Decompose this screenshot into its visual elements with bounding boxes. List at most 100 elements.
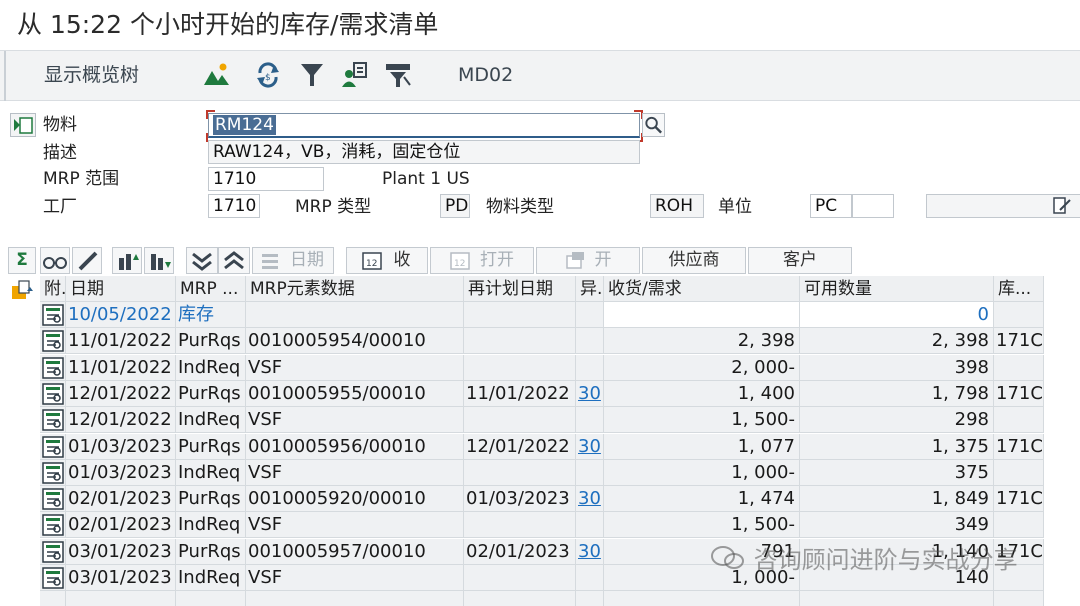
material-input[interactable]: RM124 (208, 113, 640, 138)
empty-row-cell (176, 591, 246, 606)
row-storage: 171C (994, 486, 1044, 513)
expand-all-icon[interactable] (218, 247, 250, 274)
row-mrp-element-data (246, 302, 464, 328)
column-header-mrp-element-data[interactable]: MRP元素数据 (246, 276, 464, 302)
row-mrp-element: 库存 (176, 302, 246, 328)
row-reschedule-date (464, 354, 576, 381)
collapse-all-icon[interactable] (186, 247, 218, 274)
row-storage (994, 512, 1044, 539)
folder-icon[interactable] (10, 279, 34, 301)
element-detail-icon[interactable] (40, 328, 66, 355)
row-available-qty: 0 (800, 302, 994, 328)
sum-button[interactable]: Σ (8, 247, 36, 274)
unit-field: PC (810, 194, 852, 218)
pencil-icon[interactable] (72, 247, 102, 274)
transaction-code: MD02 (458, 64, 514, 86)
row-storage (994, 407, 1044, 434)
row-receipt-requirement: 1, 077 (604, 433, 800, 460)
filter-icon[interactable] (298, 61, 326, 89)
element-detail-icon[interactable] (40, 302, 66, 328)
glasses-icon[interactable] (40, 247, 70, 274)
row-exception (576, 328, 604, 355)
row-mrp-element: IndReq (176, 354, 246, 381)
tree-up-icon[interactable] (112, 247, 142, 274)
row-receipt-requirement: 2, 000- (604, 354, 800, 381)
vendor-button[interactable]: 供应商 (642, 247, 746, 274)
row-mrp-element-data: 0010005920/00010 (246, 486, 464, 513)
row-mrp-element: IndReq (176, 407, 246, 434)
funnel-table-icon[interactable] (384, 61, 412, 89)
svg-text:12: 12 (454, 259, 465, 269)
column-header-available-qty[interactable]: 可用数量 (800, 276, 994, 302)
row-available-qty: 2, 398 (800, 328, 994, 355)
row-exception[interactable]: 30 (576, 433, 604, 460)
date-button[interactable]: 日期 (252, 247, 334, 274)
material-label: 物料 (43, 115, 77, 135)
receipts-button[interactable]: 12 收 (346, 247, 428, 274)
empty-row-cell (40, 591, 66, 606)
person-chart-icon[interactable] (340, 61, 368, 89)
row-mrp-element: PurRqs (176, 433, 246, 460)
open-button-label: 打开 (480, 250, 514, 270)
row-date: 11/01/2022 (66, 354, 176, 381)
element-detail-icon[interactable] (40, 433, 66, 460)
empty-row-cell (66, 591, 176, 606)
row-exception[interactable]: 30 (576, 538, 604, 565)
column-header-receipt-requirement[interactable]: 收货/需求 (604, 276, 800, 302)
row-reschedule-date (464, 565, 576, 591)
row-storage: 171C (994, 433, 1044, 460)
watermark: 咨询顾问进阶与实战分享 (710, 540, 1018, 575)
column-header-reschedule-date[interactable]: 再计划日期 (464, 276, 576, 302)
column-header-mrp-element[interactable]: MRP ... (176, 276, 246, 302)
row-exception (576, 407, 604, 434)
row-receipt-requirement (604, 302, 800, 328)
row-date: 02/01/2023 (66, 486, 176, 513)
element-detail-icon[interactable] (40, 538, 66, 565)
refresh-icon[interactable]: $ (254, 61, 282, 89)
row-reschedule-date: 11/01/2022 (464, 380, 576, 407)
row-mrp-element-data: VSF (246, 512, 464, 539)
material-header-toggle-icon[interactable] (10, 113, 36, 137)
row-receipt-requirement: 1, 000- (604, 459, 800, 486)
row-available-qty: 375 (800, 459, 994, 486)
column-header-date[interactable]: 日期 (66, 276, 176, 302)
row-mrp-element-data: 0010005954/00010 (246, 328, 464, 355)
row-date: 03/01/2023 (66, 565, 176, 591)
column-header-exception[interactable]: 异. (576, 276, 604, 302)
element-detail-icon[interactable] (40, 354, 66, 381)
open-button[interactable]: 12 打开 (430, 247, 534, 274)
element-detail-icon[interactable] (40, 512, 66, 539)
column-header-attachment[interactable]: 附. (40, 276, 66, 302)
customer-button[interactable]: 客户 (748, 247, 852, 274)
row-available-qty: 349 (800, 512, 994, 539)
row-exception[interactable]: 30 (576, 380, 604, 407)
element-detail-icon[interactable] (40, 380, 66, 407)
row-exception (576, 565, 604, 591)
toolbar-divider (4, 51, 6, 101)
material-type-field: ROH (650, 194, 704, 218)
application-toolbar: 显示概览树 $ MD02 (0, 50, 1080, 101)
element-detail-icon[interactable] (40, 486, 66, 513)
element-detail-icon[interactable] (40, 565, 66, 591)
row-storage (994, 459, 1044, 486)
element-detail-icon[interactable] (40, 459, 66, 486)
show-overview-tree-button[interactable]: 显示概览树 (44, 63, 139, 87)
unit-label: 单位 (718, 197, 752, 217)
row-available-qty: 398 (800, 354, 994, 381)
row-reschedule-date (464, 302, 576, 328)
tree-down-icon[interactable] (144, 247, 174, 274)
element-detail-icon[interactable] (40, 407, 66, 434)
row-exception[interactable]: 30 (576, 486, 604, 513)
row-date: 11/01/2022 (66, 328, 176, 355)
material-value: RM124 (213, 115, 276, 135)
row-mrp-element-data: 0010005957/00010 (246, 538, 464, 565)
search-icon[interactable] (642, 113, 665, 137)
mountain-icon[interactable] (202, 61, 230, 89)
empty-row-cell (464, 591, 576, 606)
row-exception (576, 512, 604, 539)
open2-button[interactable]: 开 (536, 247, 640, 274)
column-header-storage[interactable]: 库... (994, 276, 1044, 302)
edit-document-icon (1053, 197, 1071, 214)
row-reschedule-date (464, 512, 576, 539)
window-title: 从 15:22 个小时开始的库存/需求清单 (0, 0, 1080, 50)
